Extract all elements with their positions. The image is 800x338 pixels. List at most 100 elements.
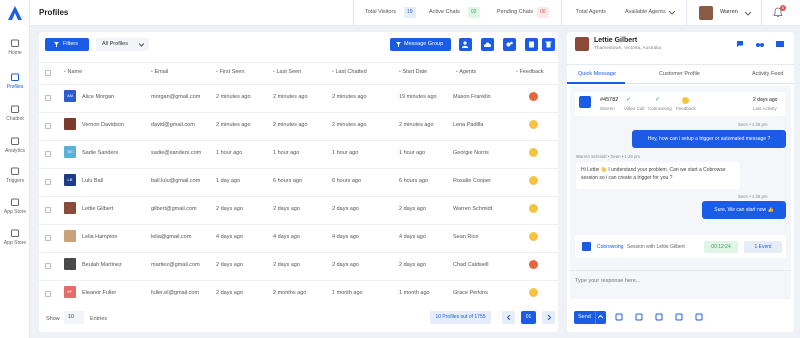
add-user-button[interactable]: [459, 38, 472, 51]
feedback-emoji-icon: [529, 204, 538, 213]
row-checkbox[interactable]: [45, 207, 51, 213]
sidebar-item-home[interactable]: Home: [0, 38, 30, 56]
cell-agent: Georgie Norris: [453, 150, 489, 156]
binoculars-icon[interactable]: [756, 40, 764, 48]
row-checkbox[interactable]: [45, 263, 51, 269]
table-row[interactable]: Beulah Martinez martiez@gmail.com 2 days a…: [39, 252, 558, 279]
avatar[interactable]: [699, 6, 713, 20]
cell-name[interactable]: Vernon Davidson: [82, 122, 124, 128]
avatar: [64, 202, 76, 214]
cell-start: 2 days ago: [399, 262, 426, 268]
per-page-select[interactable]: 10: [64, 311, 84, 324]
cell-name[interactable]: Lelia Hampton: [82, 234, 117, 240]
delete-button[interactable]: [542, 38, 555, 51]
tab-quick-message[interactable]: Quick Message: [578, 71, 616, 77]
prev-page-button[interactable]: [502, 311, 515, 324]
cell-first: 2 days ago: [216, 290, 243, 296]
select-all-checkbox[interactable]: [45, 70, 51, 76]
table-row[interactable]: LB Lulu Ball ball.lulu@gmail.com 1 day ago 6…: [39, 168, 558, 195]
user-name[interactable]: Warren: [720, 9, 738, 15]
table-row[interactable]: AM Alice Morgan morgan@gmail.com 2 minutes …: [39, 84, 558, 111]
cell-last: 6 hours ago: [273, 178, 303, 184]
text-format-icon[interactable]: [635, 313, 643, 321]
sidebar: Home Profiles Chatbot Analytics Triggers App …: [0, 0, 30, 338]
chevron-down-icon[interactable]: [669, 10, 675, 15]
cloud-upload-icon: [484, 42, 491, 47]
grid-icon: [11, 198, 19, 206]
edit-icon[interactable]: [615, 313, 623, 321]
image-icon[interactable]: [695, 313, 703, 321]
column-header[interactable]: ▪ Last Chatted: [332, 69, 367, 75]
bot-icon: [11, 105, 19, 113]
profiles-count: 10 Profiles out of 1755: [430, 311, 491, 324]
message-group-button[interactable]: Message Group: [390, 38, 451, 51]
column-header[interactable]: ▪ Email: [151, 69, 168, 75]
next-page-button[interactable]: [542, 311, 555, 324]
entries-label: Entries: [90, 316, 108, 322]
trash-icon: [545, 41, 552, 48]
column-header[interactable]: ▪ Name: [64, 69, 82, 75]
contact-name: Lettie Gilbert: [594, 37, 638, 44]
divider: [561, 0, 562, 26]
cell-start: 1 hour ago: [399, 150, 426, 156]
row-checkbox[interactable]: [45, 95, 51, 101]
avatar: SS: [64, 146, 76, 158]
cell-agent: Chad Caldwell: [453, 262, 489, 268]
total-agents-label[interactable]: Total Agents: [576, 9, 606, 15]
cell-name[interactable]: Beulah Martinez: [82, 262, 122, 268]
page-button[interactable]: 01: [521, 311, 536, 324]
table-row[interactable]: Lelia Hampton lelia@gmail.com 4 days ago 4 …: [39, 224, 558, 251]
table-row[interactable]: EF Eleanor Fuller fuller.el@gmail.com 2 day…: [39, 280, 558, 307]
row-checkbox[interactable]: [45, 291, 51, 297]
cell-chatted: 6 hours ago: [332, 178, 362, 184]
sidebar-item-app-store[interactable]: App Store: [0, 228, 30, 246]
sidebar-item-triggers[interactable]: Triggers: [0, 166, 30, 184]
cell-name[interactable]: Lettie Gilbert: [82, 206, 113, 212]
profiles-select[interactable]: All Profiles: [96, 38, 149, 51]
session-timer: 00:12:24: [704, 241, 738, 253]
row-checkbox[interactable]: [45, 179, 51, 185]
column-header[interactable]: ▪ Feedback: [516, 69, 544, 75]
sidebar-item-chatbot[interactable]: Chatbot: [0, 104, 30, 122]
table-row[interactable]: SS Sadie Sanders sadie@sanders.com 1 hour a…: [39, 140, 558, 167]
cell-name[interactable]: Lulu Ball: [82, 178, 103, 184]
cell-name[interactable]: Alice Morgan: [82, 94, 114, 100]
available-agents-dropdown[interactable]: Available Agents: [625, 9, 666, 15]
table-row[interactable]: Lettie Gilbert gilbert@gmail.com 2 days ag…: [39, 196, 558, 223]
cell-start: 6 hours ago: [399, 178, 429, 184]
message-bubble-outgoing: Sure, We can start now 👍: [702, 201, 786, 219]
column-header[interactable]: ▪ Last Seen: [273, 69, 301, 75]
sidebar-item-analytics[interactable]: Analytics: [0, 136, 30, 154]
row-checkbox[interactable]: [45, 151, 51, 157]
info-label: Video Call: [624, 106, 645, 111]
sidebar-item-profiles[interactable]: Profiles: [0, 72, 30, 90]
ticket-icon: [579, 96, 591, 108]
cell-name[interactable]: Eleanor Fuller: [82, 290, 116, 296]
column-header[interactable]: ▪ First Seen: [216, 69, 245, 75]
attachment-icon[interactable]: [675, 313, 683, 321]
column-header[interactable]: ▪ Start Date: [399, 69, 427, 75]
chat-icon[interactable]: [736, 40, 744, 48]
row-checkbox[interactable]: [45, 123, 51, 129]
settings-button[interactable]: [503, 38, 516, 51]
filters-button[interactable]: Filters: [45, 38, 89, 51]
tab-activity-feed[interactable]: Activity Feed: [752, 71, 783, 77]
row-checkbox[interactable]: [45, 235, 51, 241]
topbar: Profiles Total Visitors 19 Active Chats …: [30, 0, 800, 26]
ticket-number: #45782: [600, 97, 619, 103]
emoji-icon[interactable]: [655, 313, 663, 321]
mail-icon[interactable]: [776, 41, 784, 48]
event-count-button[interactable]: 1 Event: [744, 241, 782, 253]
upload-button[interactable]: [481, 38, 494, 51]
column-header[interactable]: ▪ Agents: [456, 69, 476, 75]
cobrowse-text: Session with Lettie Gilbert: [627, 244, 685, 250]
cell-name[interactable]: Sadie Sanders: [82, 150, 118, 156]
chevron-down-icon[interactable]: [745, 11, 751, 16]
table-row[interactable]: Vernon Davidson david@gmail.com 2 minutes …: [39, 112, 558, 139]
cell-agent: Sean Rice: [453, 234, 479, 240]
sidebar-item-app-store[interactable]: App Store: [0, 197, 30, 215]
reply-input[interactable]: [575, 275, 785, 287]
export-button[interactable]: [525, 38, 538, 51]
tab-customer-profile[interactable]: Customer Profile: [659, 71, 700, 77]
send-button[interactable]: Send: [574, 311, 606, 324]
